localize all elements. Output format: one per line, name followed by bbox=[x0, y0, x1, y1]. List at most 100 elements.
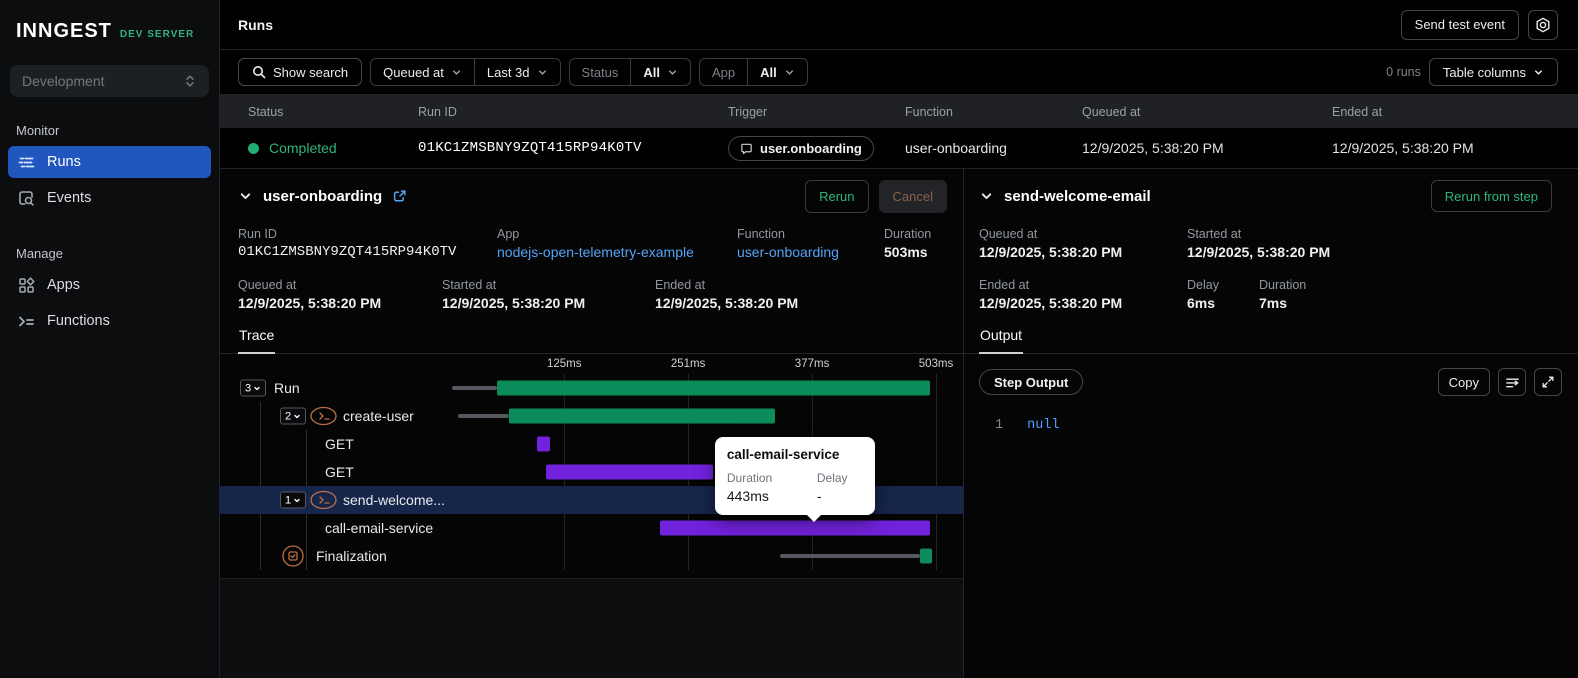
tab-trace[interactable]: Trace bbox=[238, 320, 276, 354]
span-duration-bar[interactable] bbox=[497, 380, 931, 396]
step-output-badge: Step Output bbox=[979, 369, 1084, 395]
function-field: Function user-onboarding bbox=[737, 227, 884, 260]
step-meta-row-2: Ended at 12/9/2025, 5:38:20 PM Delay 6ms… bbox=[964, 260, 1578, 311]
trace-tooltip: call-email-service Duration Delay 443ms … bbox=[714, 437, 875, 522]
step-duration-field: Duration 7ms bbox=[1259, 278, 1307, 311]
word-wrap-button[interactable] bbox=[1498, 368, 1526, 396]
tooltip-title: call-email-service bbox=[726, 447, 840, 462]
column-header-ended-at: Ended at bbox=[1332, 104, 1383, 119]
step-meta-row-1: Queued at 12/9/2025, 5:38:20 PM Started … bbox=[964, 223, 1578, 260]
axis-tick-label: 377ms bbox=[794, 358, 830, 370]
line-number: 1 bbox=[995, 418, 1004, 433]
trace-row-call-email-service[interactable]: call-email-service bbox=[220, 514, 963, 542]
sidebar-item-events[interactable]: Events bbox=[8, 182, 211, 214]
rerun-from-step-button[interactable]: Rerun from step bbox=[1430, 180, 1552, 212]
span-duration-bar[interactable] bbox=[546, 464, 714, 480]
span-duration-bar[interactable] bbox=[508, 408, 775, 424]
sidebar-item-functions[interactable]: Functions bbox=[8, 305, 211, 337]
app-link[interactable]: nodejs-open-telemetry-example bbox=[497, 244, 737, 260]
external-link-icon[interactable] bbox=[392, 189, 407, 204]
copy-button[interactable]: Copy bbox=[1437, 368, 1490, 396]
chevron-down-icon bbox=[669, 69, 676, 75]
expand-button[interactable] bbox=[1534, 368, 1562, 396]
chevron-down-icon bbox=[294, 498, 300, 502]
table-header: Status Run ID Trigger Function Queued at… bbox=[220, 95, 1578, 128]
details-split: user-onboarding Rerun Cancel Run ID 01KC… bbox=[220, 169, 1578, 678]
status-text: Completed bbox=[269, 140, 337, 156]
column-header-status: Status bbox=[248, 104, 284, 119]
sidebar-item-runs[interactable]: Runs bbox=[8, 146, 211, 178]
queue-delay-line bbox=[451, 386, 498, 390]
expand-icon bbox=[1542, 376, 1554, 388]
sidebar: INNGEST DEV SERVER Development Monitor R… bbox=[0, 0, 220, 678]
span-duration-bar[interactable] bbox=[536, 436, 551, 452]
status-filter-dropdown[interactable]: All bbox=[631, 59, 690, 85]
trace-span-name: Run bbox=[274, 380, 300, 396]
step-run-icon bbox=[310, 406, 337, 426]
chevron-down-icon bbox=[538, 69, 546, 75]
tooltip-duration-label: Duration bbox=[726, 471, 773, 485]
trace-row-finalization[interactable]: Finalization bbox=[220, 542, 963, 570]
rerun-button[interactable]: Rerun bbox=[805, 179, 869, 213]
table-row[interactable]: Completed 01KC1ZMSBNY9ZQT415RP94K0TV use… bbox=[220, 128, 1578, 169]
app-filter-dropdown[interactable]: All bbox=[748, 59, 807, 85]
span-duration-bar[interactable] bbox=[919, 548, 932, 564]
span-duration-bar[interactable] bbox=[659, 520, 931, 536]
trigger-pill[interactable]: user.onboarding bbox=[728, 135, 874, 161]
collapse-chevron-icon[interactable] bbox=[979, 189, 994, 204]
step-tabs: Output bbox=[964, 320, 1578, 354]
trace-row-create-user[interactable]: 2 create-user bbox=[220, 402, 963, 570]
trace-span-name: GET bbox=[325, 464, 354, 480]
tab-output[interactable]: Output bbox=[979, 320, 1024, 354]
axis-tick-label: 251ms bbox=[670, 358, 706, 370]
functions-icon bbox=[19, 316, 34, 326]
sidebar-item-label: Events bbox=[47, 190, 92, 206]
queue-delay-line bbox=[779, 554, 920, 558]
step-ended-at-field: Ended at 12/9/2025, 5:38:20 PM bbox=[979, 278, 1123, 311]
output-code[interactable]: 1 null bbox=[964, 396, 1578, 433]
queued-at-cell: 12/9/2025, 5:38:20 PM bbox=[1082, 140, 1224, 156]
page-title: Runs bbox=[238, 16, 273, 33]
send-test-event-button[interactable]: Send test event bbox=[1400, 9, 1519, 40]
column-header-trigger: Trigger bbox=[728, 104, 768, 119]
show-search-button[interactable]: Show search bbox=[238, 58, 363, 86]
logo-row: INNGEST DEV SERVER bbox=[0, 0, 219, 57]
main-area: Runs Send test event Show search Queued … bbox=[220, 0, 1578, 678]
collapse-count-badge[interactable]: 2 bbox=[280, 407, 307, 425]
run-id-cell: 01KC1ZMSBNY9ZQT415RP94K0TV bbox=[418, 140, 642, 156]
finalization-icon bbox=[282, 545, 304, 567]
trace-row-run[interactable]: 3 Run bbox=[220, 374, 963, 570]
settings-button[interactable] bbox=[1528, 9, 1558, 40]
step-queued-at-field: Queued at 12/9/2025, 5:38:20 PM bbox=[979, 227, 1123, 260]
function-link[interactable]: user-onboarding bbox=[737, 244, 884, 260]
dev-server-badge: DEV SERVER bbox=[119, 29, 195, 40]
time-field-dropdown[interactable]: Queued at bbox=[371, 59, 474, 85]
collapse-count-badge[interactable]: 3 bbox=[240, 379, 267, 397]
run-meta-row-1: Run ID 01KC1ZMSBNY9ZQT415RP94K0TV App no… bbox=[220, 223, 963, 260]
sidebar-item-apps[interactable]: Apps bbox=[8, 269, 211, 301]
table-columns-button[interactable]: Table columns bbox=[1428, 58, 1558, 86]
run-status-cell: Completed bbox=[248, 140, 418, 156]
run-id-field: Run ID 01KC1ZMSBNY9ZQT415RP94K0TV bbox=[238, 227, 457, 260]
function-cell: user-onboarding bbox=[905, 140, 1007, 156]
word-wrap-icon bbox=[1505, 378, 1519, 387]
app-root: INNGEST DEV SERVER Development Monitor R… bbox=[0, 0, 1578, 678]
collapse-chevron-icon[interactable] bbox=[238, 189, 253, 204]
duration-field: Duration 503ms bbox=[884, 227, 932, 260]
chevron-updown-icon bbox=[186, 75, 194, 87]
status-dot-completed bbox=[248, 142, 259, 154]
event-icon bbox=[741, 143, 752, 154]
runs-icon bbox=[18, 157, 35, 167]
cancel-button[interactable]: Cancel bbox=[878, 179, 947, 213]
step-run-icon bbox=[310, 490, 337, 510]
collapse-count-badge[interactable]: 1 bbox=[280, 491, 307, 509]
trace-span-name: send-welcome... bbox=[343, 492, 445, 508]
apps-icon bbox=[19, 276, 35, 293]
time-range-dropdown[interactable]: Last 3d bbox=[475, 59, 560, 85]
status-filter-group: Status All bbox=[568, 58, 692, 86]
environment-select[interactable]: Development bbox=[10, 65, 209, 97]
tooltip-delay-value: - bbox=[816, 488, 822, 504]
time-filter-group: Queued at Last 3d bbox=[370, 58, 561, 86]
chevron-down-icon bbox=[452, 69, 460, 75]
trace-span-name: call-email-service bbox=[325, 520, 434, 536]
